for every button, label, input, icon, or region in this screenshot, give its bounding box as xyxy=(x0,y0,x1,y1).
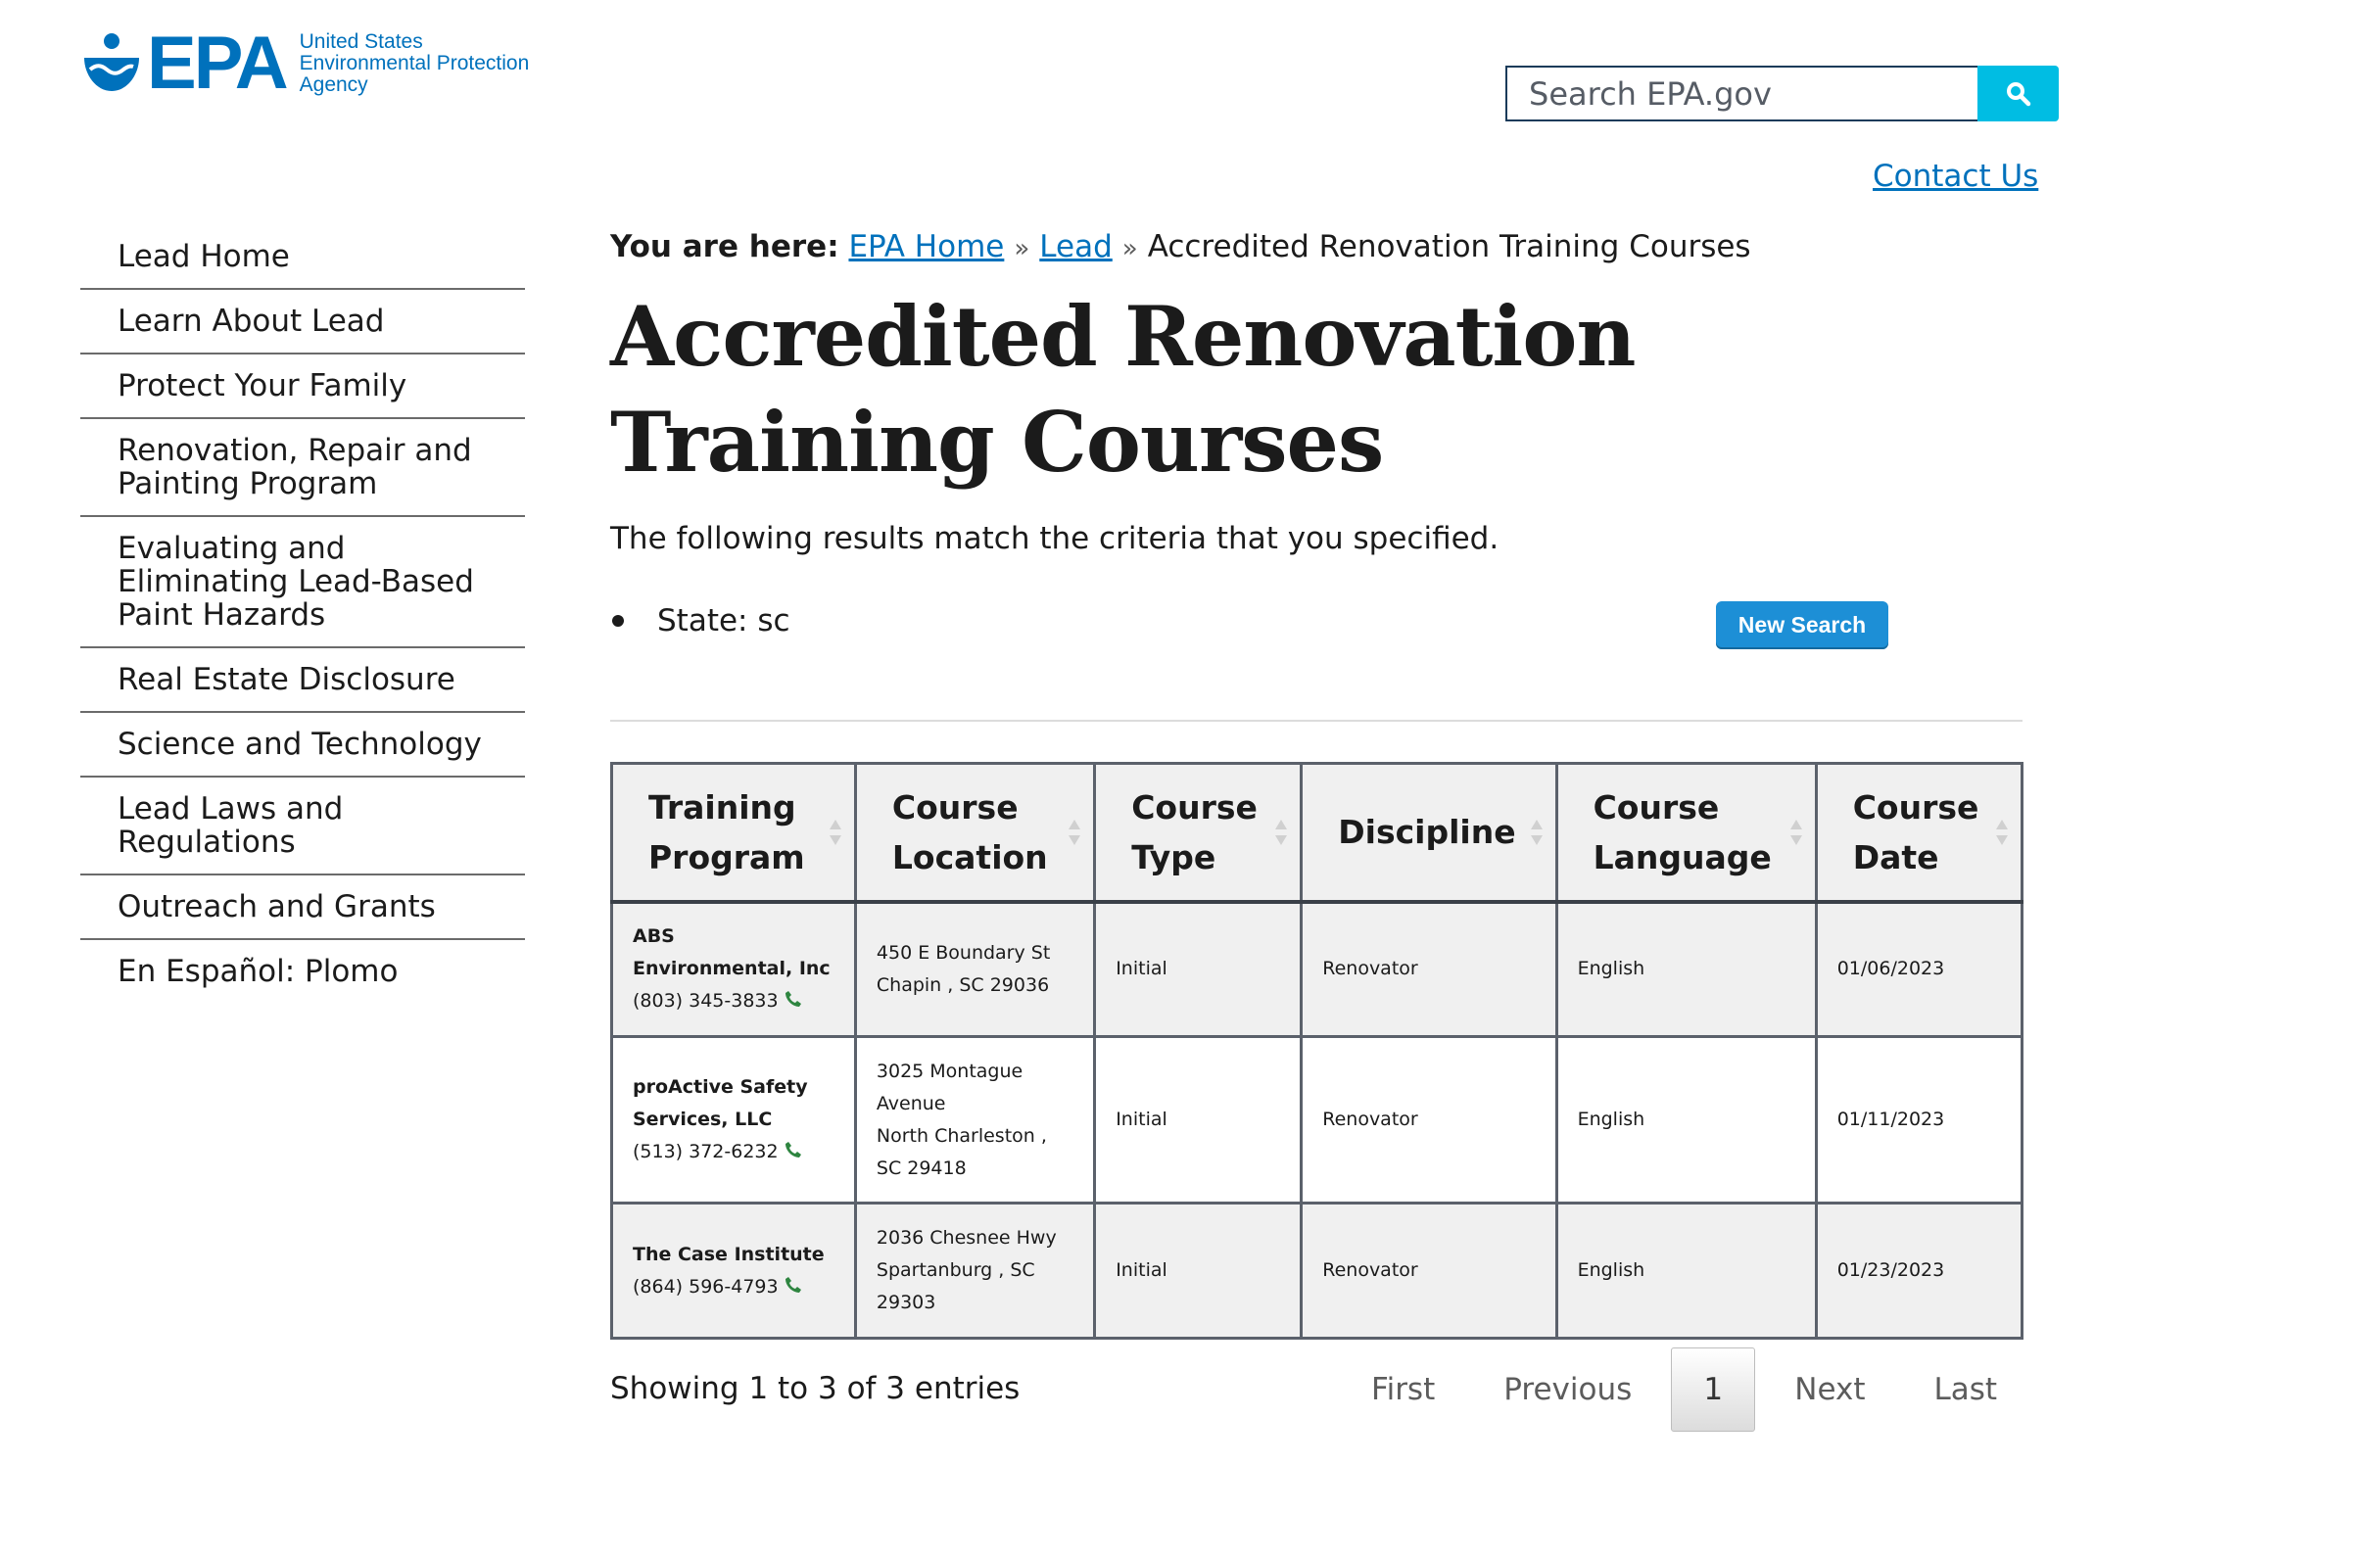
pagination-page-1[interactable]: 1 xyxy=(1671,1347,1756,1432)
table-row: ABS Environmental, Inc (803) 345-3833 45… xyxy=(610,900,2024,1038)
sort-icon xyxy=(1530,819,1543,845)
site-search xyxy=(1505,66,2059,121)
table-row: The Case Institute (864) 596-4793 2036 C… xyxy=(610,1202,2024,1340)
program-phone: (513) 372-6232 xyxy=(633,1136,834,1168)
search-button[interactable] xyxy=(1977,66,2059,121)
cell-course-type: Initial xyxy=(1093,1035,1304,1205)
breadcrumb: You are here: EPA Home » Lead » Accredited R… xyxy=(610,225,1751,270)
cell-course-location: 3025 Montague Avenue North Charleston , S… xyxy=(853,1035,1097,1205)
breadcrumb-separator: » xyxy=(1014,234,1030,263)
column-header-course-date[interactable]: Course Date xyxy=(1814,762,2024,904)
divider xyxy=(610,720,2023,722)
breadcrumb-separator: » xyxy=(1121,234,1138,263)
pagination-last[interactable]: Last xyxy=(1899,1372,2031,1407)
cell-course-location: 450 E Boundary St Chapin , SC 29036 xyxy=(853,900,1097,1038)
search-criteria: State: sc xyxy=(610,599,790,642)
program-name: ABS Environmental, Inc xyxy=(633,925,831,980)
cell-training-program: proActive Safety Services, LLC (513) 372… xyxy=(610,1035,857,1205)
program-name: proActive Safety Services, LLC xyxy=(633,1076,808,1130)
cell-course-location: 2036 Chesnee Hwy Spartanburg , SC 29303 xyxy=(853,1202,1097,1340)
cell-course-language: English xyxy=(1554,1035,1818,1205)
breadcrumb-current: Accredited Renovation Training Courses xyxy=(1147,229,1751,264)
cell-discipline: Renovator xyxy=(1300,900,1558,1038)
criteria-state: State: sc xyxy=(657,603,790,638)
entries-info: Showing 1 to 3 of 3 entries xyxy=(610,1371,1021,1406)
phone-icon xyxy=(785,991,801,1008)
cell-course-date: 01/23/2023 xyxy=(1814,1202,2024,1340)
epa-logo[interactable]: EPA United States Environmental Protecti… xyxy=(80,22,530,105)
cell-course-date: 01/11/2023 xyxy=(1814,1035,2024,1205)
sort-icon xyxy=(1275,819,1288,845)
pagination: First Previous 1 Next Last xyxy=(1337,1346,2031,1434)
sidenav-item-science-technology[interactable]: Science and Technology xyxy=(80,713,525,778)
table-header-row: Training Program Course Location Course … xyxy=(610,762,2024,904)
pagination-first[interactable]: First xyxy=(1337,1372,1469,1407)
cell-training-program: The Case Institute (864) 596-4793 xyxy=(610,1202,857,1340)
breadcrumb-epa-home[interactable]: EPA Home xyxy=(848,229,1004,264)
sort-icon xyxy=(1069,819,1081,845)
cell-course-language: English xyxy=(1554,1202,1818,1340)
cell-discipline: Renovator xyxy=(1300,1035,1558,1205)
sidenav-item-lead-home[interactable]: Lead Home xyxy=(80,225,525,290)
cell-course-type: Initial xyxy=(1093,1202,1304,1340)
phone-icon xyxy=(785,1142,801,1157)
sidenav-item-real-estate-disclosure[interactable]: Real Estate Disclosure xyxy=(80,648,525,713)
sidenav-item-learn-about-lead[interactable]: Learn About Lead xyxy=(80,290,525,354)
program-phone: (864) 596-4793 xyxy=(633,1271,834,1303)
phone-icon xyxy=(785,1276,801,1293)
cell-training-program: ABS Environmental, Inc (803) 345-3833 xyxy=(610,900,857,1038)
table-row: proActive Safety Services, LLC (513) 372… xyxy=(610,1035,2024,1205)
search-icon xyxy=(2006,81,2030,106)
breadcrumb-lead[interactable]: Lead xyxy=(1039,229,1112,264)
sidenav-item-outreach-grants[interactable]: Outreach and Grants xyxy=(80,875,525,940)
program-phone: (803) 345-3833 xyxy=(633,985,834,1017)
page-title: Accredited Renovation Training Courses xyxy=(610,288,1636,491)
sidenav-item-protect-your-family[interactable]: Protect Your Family xyxy=(80,354,525,419)
cell-course-type: Initial xyxy=(1093,900,1304,1038)
logo-agency-name: United States Environmental Protection A… xyxy=(299,30,530,96)
search-input[interactable] xyxy=(1505,66,1977,121)
cell-discipline: Renovator xyxy=(1300,1202,1558,1340)
pagination-next[interactable]: Next xyxy=(1760,1372,1899,1407)
program-name: The Case Institute xyxy=(633,1243,825,1265)
sort-icon xyxy=(1996,819,2008,845)
sort-icon xyxy=(1789,819,1802,845)
pagination-previous[interactable]: Previous xyxy=(1469,1372,1666,1407)
logo-letters: EPA xyxy=(147,22,289,105)
bullet-icon xyxy=(612,615,624,627)
sidenav-item-en-espanol[interactable]: En Español: Plomo xyxy=(80,940,525,1003)
contact-us-link[interactable]: Contact Us xyxy=(1873,159,2038,194)
sidenav-item-renovation-repair-painting[interactable]: Renovation, Repair and Painting Program xyxy=(80,419,525,517)
column-header-course-language[interactable]: Course Language xyxy=(1554,762,1818,904)
column-header-discipline[interactable]: Discipline xyxy=(1300,762,1558,904)
side-navigation: Lead Home Learn About Lead Protect Your … xyxy=(80,225,525,1003)
results-intro: The following results match the criteria… xyxy=(610,521,1499,556)
column-header-training-program[interactable]: Training Program xyxy=(610,762,857,904)
sort-icon xyxy=(829,819,841,845)
sidenav-item-laws-regulations[interactable]: Lead Laws and Regulations xyxy=(80,778,525,875)
epa-seal-icon xyxy=(84,33,139,91)
cell-course-language: English xyxy=(1554,900,1818,1038)
column-header-course-type[interactable]: Course Type xyxy=(1093,762,1304,904)
cell-course-date: 01/06/2023 xyxy=(1814,900,2024,1038)
new-search-button[interactable]: New Search xyxy=(1716,601,1888,649)
sidenav-item-evaluating-eliminating-hazards[interactable]: Evaluating and Eliminating Lead-Based Pa… xyxy=(80,517,525,648)
column-header-course-location[interactable]: Course Location xyxy=(853,762,1097,904)
results-table: Training Program Course Location Course … xyxy=(610,762,2024,1340)
breadcrumb-prefix: You are here: xyxy=(610,229,839,264)
